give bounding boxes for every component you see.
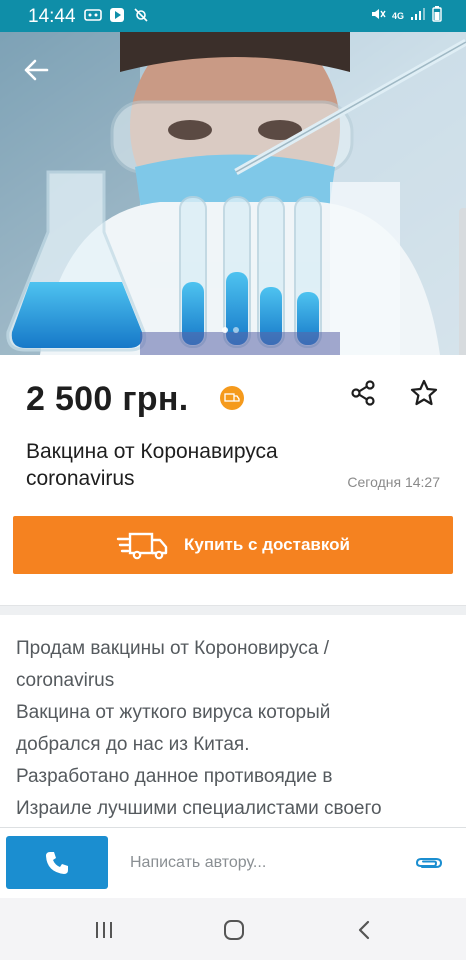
pager-dot-active <box>222 327 228 333</box>
buy-with-delivery-button[interactable]: Купить с доставкой <box>13 516 453 574</box>
phone-icon <box>46 851 68 874</box>
recent-apps-button[interactable] <box>84 913 124 947</box>
description-line: Вакцина от жуткого вируса который <box>16 702 331 723</box>
status-right-icons: 4G <box>370 6 442 25</box>
photo-pager <box>222 327 239 333</box>
delivery-truck-icon <box>116 532 168 560</box>
attach-button[interactable] <box>412 850 446 876</box>
share-button[interactable] <box>344 376 382 410</box>
status-time: 14:44 <box>28 6 76 27</box>
description-line: Продам вакцины от Короновируса / <box>16 638 329 659</box>
buy-button-label: Купить с доставкой <box>184 535 350 554</box>
description-line: добрался до нас из Китая. <box>16 734 250 755</box>
listing-photo[interactable] <box>0 32 466 355</box>
arrow-left-icon <box>24 59 49 81</box>
share-icon <box>351 380 375 406</box>
description-line: Разработано данное противоядие в <box>16 766 333 787</box>
listing-date: Сегодня 14:27 <box>347 474 440 490</box>
paperclip-icon <box>415 858 443 868</box>
battery-icon <box>432 6 442 25</box>
home-icon <box>224 920 244 940</box>
gear-slash-icon <box>132 6 150 24</box>
delivery-coin-icon <box>220 386 244 410</box>
system-back-button[interactable] <box>344 913 384 947</box>
call-button[interactable] <box>6 836 108 889</box>
4g-icon: 4G <box>391 10 404 21</box>
star-icon <box>410 379 438 406</box>
description-line: Израиле лучшими специалистами своего <box>16 798 382 819</box>
signal-icon <box>410 7 426 24</box>
listing-title: Вакцина от Коронавируса coronavirus <box>26 440 278 490</box>
back-button[interactable] <box>18 52 54 88</box>
status-left-icons <box>84 6 150 24</box>
listing-description: Продам вакцины от Короновируса / coronav… <box>16 633 446 825</box>
pager-dot <box>233 327 239 333</box>
section-divider <box>0 605 466 615</box>
mute-icon <box>370 7 386 24</box>
description-line: coronavirus <box>16 670 115 691</box>
play-store-icon <box>108 6 126 24</box>
home-button[interactable] <box>214 913 254 947</box>
status-bar: 14:44 4G <box>0 0 466 32</box>
listing-price: 2 500 грн. <box>26 380 189 418</box>
recent-apps-icon <box>96 922 112 938</box>
chevron-left-icon <box>358 920 370 940</box>
message-author-input[interactable] <box>118 840 422 886</box>
hd-icon <box>84 6 102 24</box>
favorite-button[interactable] <box>404 374 444 412</box>
